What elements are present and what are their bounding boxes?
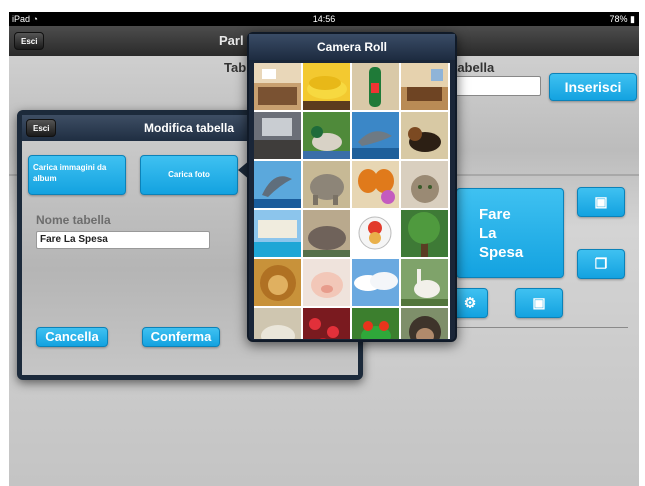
confirm-button[interactable]: Conferma <box>142 327 220 347</box>
card-line-2: La <box>479 225 497 242</box>
page-title: Parl <box>219 33 244 48</box>
photo-thumbnail-tree[interactable] <box>401 210 448 257</box>
tab-label-partial: Tab <box>224 60 247 75</box>
photo-thumbnail-hippo[interactable] <box>303 210 350 257</box>
camera-roll-title: Camera Roll <box>316 40 388 54</box>
table-name-label: Nome tabella <box>36 213 111 227</box>
battery-icon: ▮ <box>630 14 635 24</box>
photo-thumbnail-bananas[interactable] <box>303 63 350 110</box>
photo-thumbnail-dog[interactable] <box>401 112 448 159</box>
photo-thumbnail-cat[interactable] <box>401 161 448 208</box>
copy-icon: ❐ <box>594 255 608 272</box>
status-bar: iPad ◔ 14:56 78% ▮ <box>9 12 639 26</box>
camera-roll-popover: Camera Roll <box>247 32 457 342</box>
photo-thumbnail-bottle[interactable] <box>352 63 399 110</box>
gear-icon: ⚙ <box>463 294 477 311</box>
status-battery: 78% ▮ <box>609 14 635 24</box>
table-card-button[interactable]: Fare La Spesa <box>456 188 564 278</box>
photo-thumbnail-butterfly[interactable] <box>352 161 399 208</box>
card-line-3: Spesa <box>479 244 524 261</box>
photo-thumbnail-monkey[interactable] <box>401 308 448 339</box>
tabella-label: tabella <box>453 60 495 75</box>
insert-button[interactable]: Inserisci <box>549 73 637 101</box>
photo-thumbnail-flowers[interactable] <box>303 308 350 339</box>
contact-icon: ▣ <box>594 193 608 210</box>
contact-icon: ▣ <box>532 294 546 311</box>
card-line-1: Fare <box>479 206 511 223</box>
cancel-button[interactable]: Cancella <box>36 327 108 347</box>
exit-button[interactable]: Esci <box>14 32 45 50</box>
photo-thumbnail-elephant[interactable] <box>303 161 350 208</box>
ipad-screen: iPad ◔ 14:56 78% ▮ Esci Parl Tab tabella… <box>9 12 639 486</box>
photo-thumbnail-frog[interactable] <box>352 308 399 339</box>
table-name-field[interactable]: Fare La Spesa <box>36 231 210 249</box>
photo-thumbnail-animal[interactable] <box>254 308 301 339</box>
photo-thumbnail-goose[interactable] <box>401 259 448 306</box>
load-album-images-button[interactable]: Carica immagini da album <box>28 155 126 195</box>
exit-button[interactable]: Esci <box>26 119 57 137</box>
photo-thumbnail-dolphin-jumping[interactable] <box>254 161 301 208</box>
status-time: 14:56 <box>312 14 336 24</box>
settings-button[interactable]: ⚙ <box>452 288 488 318</box>
divider <box>452 327 628 328</box>
contact-button[interactable]: ▣ <box>577 187 625 217</box>
load-photo-button[interactable]: Carica foto <box>140 155 238 195</box>
photo-grid <box>254 63 450 339</box>
photo-thumbnail-clown-logo[interactable] <box>352 210 399 257</box>
photo-thumbnail-lion[interactable] <box>254 259 301 306</box>
photo-thumbnail-dolphin[interactable] <box>352 112 399 159</box>
popover-title: Modifica tabella <box>144 121 235 135</box>
photo-thumbnail-room[interactable] <box>401 63 448 110</box>
photo-thumbnail-room-interior[interactable] <box>254 112 301 159</box>
contact-button[interactable]: ▣ <box>515 288 563 318</box>
photo-thumbnail-clouds[interactable] <box>352 259 399 306</box>
photo-thumbnail-pig[interactable] <box>303 259 350 306</box>
camera-roll-header: Camera Roll <box>249 34 455 60</box>
photo-thumbnail-hotel-pool[interactable] <box>254 210 301 257</box>
photo-thumbnail-duck[interactable] <box>303 112 350 159</box>
copy-button[interactable]: ❐ <box>577 249 625 279</box>
photo-thumbnail-kitchen[interactable] <box>254 63 301 110</box>
